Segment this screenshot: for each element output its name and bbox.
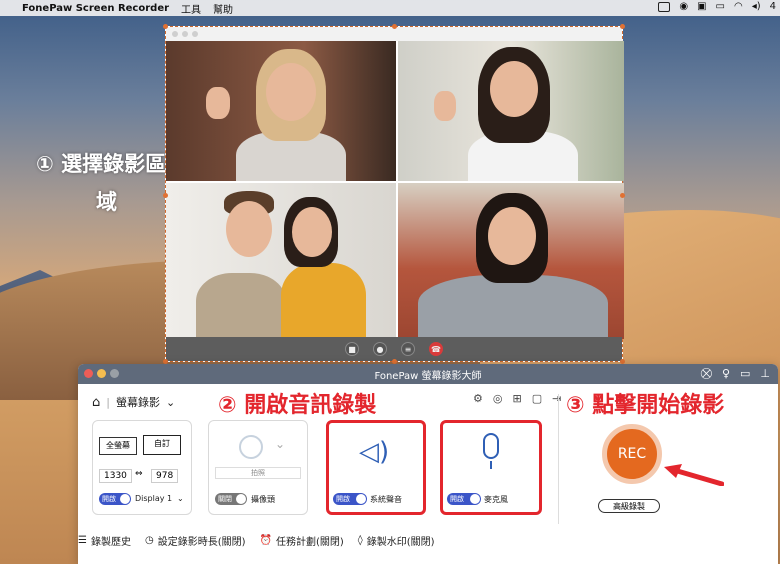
- window-controls: [84, 369, 119, 378]
- minimize-icon[interactable]: [97, 369, 106, 378]
- rec-button[interactable]: REC: [602, 424, 662, 484]
- clock-text[interactable]: 4: [770, 1, 776, 12]
- alarm-icon: ⏰: [259, 534, 272, 546]
- mode-dropdown[interactable]: 螢幕錄影: [116, 394, 160, 410]
- fullscreen-button[interactable]: 全螢幕: [99, 437, 137, 455]
- webcam-icon[interactable]: [239, 435, 263, 459]
- status-icons: ◉ ▣ ▭ ◠ ◂) 4: [658, 1, 776, 12]
- recorder-status-icon[interactable]: [658, 1, 671, 12]
- photo-button[interactable]: 拍照: [215, 467, 301, 479]
- resize-handle-l[interactable]: [163, 193, 168, 198]
- system-sound-toggle[interactable]: 開啟: [333, 493, 367, 505]
- schedule-link[interactable]: ⏰ 任務計劃(關閉): [260, 533, 344, 548]
- fit-icon[interactable]: ▢: [532, 392, 542, 405]
- display-select[interactable]: Display 1: [135, 494, 172, 503]
- resize-handle-tr[interactable]: [620, 24, 625, 29]
- microphone-icon[interactable]: [483, 433, 499, 459]
- mouse-icon[interactable]: ◎: [493, 392, 503, 405]
- region-window-bar: [166, 27, 622, 41]
- link-icon[interactable]: ⇔: [135, 469, 143, 479]
- chevron-down-icon[interactable]: ⌄: [275, 437, 285, 451]
- recorder-titlebar: FonePaw 螢幕錄影大師 ⛒ ♀ ▭ ⊥: [78, 364, 778, 384]
- sync-icon[interactable]: ◉: [679, 1, 688, 12]
- zoom-icon[interactable]: [110, 369, 119, 378]
- call-controls: ■ ● ≡ ☎: [166, 337, 622, 361]
- display-icon[interactable]: ▣: [697, 1, 706, 12]
- microphone-toggle[interactable]: 開啟: [447, 493, 481, 505]
- webcam-panel: ⌄ 拍照 關閉 攝像頭: [208, 420, 308, 515]
- webcam-label: 攝像頭: [251, 495, 275, 504]
- video-tile-2: [398, 41, 624, 181]
- menu-bar: FonePaw Screen Recorder 工具 幫助 ◉ ▣ ▭ ◠ ◂)…: [0, 0, 780, 16]
- wifi-icon[interactable]: ◠: [734, 1, 743, 12]
- width-input[interactable]: 1330: [99, 469, 132, 483]
- pin-icon[interactable]: ⊥: [760, 367, 770, 381]
- step3-annotation: ③ 點擊開始錄影: [566, 393, 725, 418]
- advanced-recorder-button[interactable]: 高級錄製: [598, 499, 660, 513]
- chevron-down-icon[interactable]: ⌄: [166, 396, 175, 409]
- close-icon[interactable]: [84, 369, 93, 378]
- resize-handle-tl[interactable]: [163, 24, 168, 29]
- screen-area-panel: 全螢幕 自訂 1330 ⇔ 978 開啟 Display 1 ⌄: [92, 420, 192, 515]
- divider: [558, 394, 559, 524]
- step1-annotation-cont: 域: [96, 190, 117, 214]
- height-input[interactable]: 978: [151, 469, 179, 483]
- menu-help[interactable]: 幫助: [213, 1, 233, 16]
- airplay-icon[interactable]: ▭: [716, 1, 725, 12]
- settings-icon[interactable]: ⚙: [473, 392, 483, 405]
- menu-tools[interactable]: 工具: [181, 1, 201, 16]
- step2-annotation: ② 開啟音訊錄製: [218, 393, 377, 418]
- video-tile-1: [166, 41, 396, 181]
- video-tile-4: [398, 183, 624, 339]
- recorder-bottom-bar: ☰ 錄製歷史 ◷ 設定錄影時長(關閉) ⏰ 任務計劃(關閉) ◊ 錄製水印(關閉): [78, 530, 778, 550]
- grid-icon[interactable]: ⊞: [512, 392, 521, 405]
- history-link[interactable]: ☰ 錄製歷史: [78, 533, 131, 548]
- cart-icon[interactable]: ⛒: [701, 367, 712, 381]
- menu-app-name[interactable]: FonePaw Screen Recorder: [22, 3, 169, 14]
- system-sound-panel: ◁) 開啟 系統聲音: [326, 420, 426, 515]
- chevron-down-icon[interactable]: ⌄: [177, 494, 184, 503]
- microphone-label: 麥克風: [484, 495, 508, 504]
- duration-link[interactable]: ◷ 設定錄影時長(關閉): [145, 533, 246, 548]
- volume-icon[interactable]: ◂): [752, 1, 761, 12]
- resize-handle-t[interactable]: [392, 24, 397, 29]
- home-icon[interactable]: ⌂: [92, 395, 100, 410]
- video-tile-3: [166, 183, 396, 339]
- export-icon[interactable]: ⇥: [552, 392, 561, 405]
- step1-annotation: ① 選擇錄影區: [36, 152, 167, 176]
- title-icons: ⛒ ♀ ▭ ⊥: [701, 367, 770, 381]
- recorder-title: FonePaw 螢幕錄影大師: [374, 370, 482, 382]
- recorder-nav: ⌂ | 螢幕錄影 ⌄: [92, 394, 176, 410]
- camera-icon[interactable]: ■: [345, 342, 359, 356]
- pointer-arrow-icon: [664, 464, 724, 486]
- resize-handle-r[interactable]: [620, 193, 625, 198]
- clock-icon: ◷: [144, 534, 154, 546]
- list-icon: ☰: [78, 534, 87, 546]
- hangup-icon[interactable]: ☎: [429, 342, 443, 356]
- feedback-icon[interactable]: ▭: [740, 367, 750, 381]
- toolbar-icons: ⚙ ◎ ⊞ ▢ ⇥: [473, 392, 561, 405]
- custom-area-button[interactable]: 自訂: [143, 435, 181, 455]
- watermark-link[interactable]: ◊ 錄製水印(關閉): [358, 533, 435, 548]
- drop-icon: ◊: [357, 534, 363, 546]
- mic-icon[interactable]: ●: [373, 342, 387, 356]
- microphone-panel: 開啟 麥克風: [440, 420, 542, 515]
- screen-toggle[interactable]: 開啟: [99, 493, 131, 505]
- recording-region[interactable]: ■ ● ≡ ☎: [163, 24, 625, 364]
- system-sound-label: 系統聲音: [370, 495, 402, 504]
- chat-icon[interactable]: ≡: [401, 342, 415, 356]
- key-icon[interactable]: ♀: [722, 367, 730, 381]
- webcam-toggle[interactable]: 關閉: [215, 493, 247, 505]
- speaker-icon[interactable]: ◁): [359, 437, 389, 467]
